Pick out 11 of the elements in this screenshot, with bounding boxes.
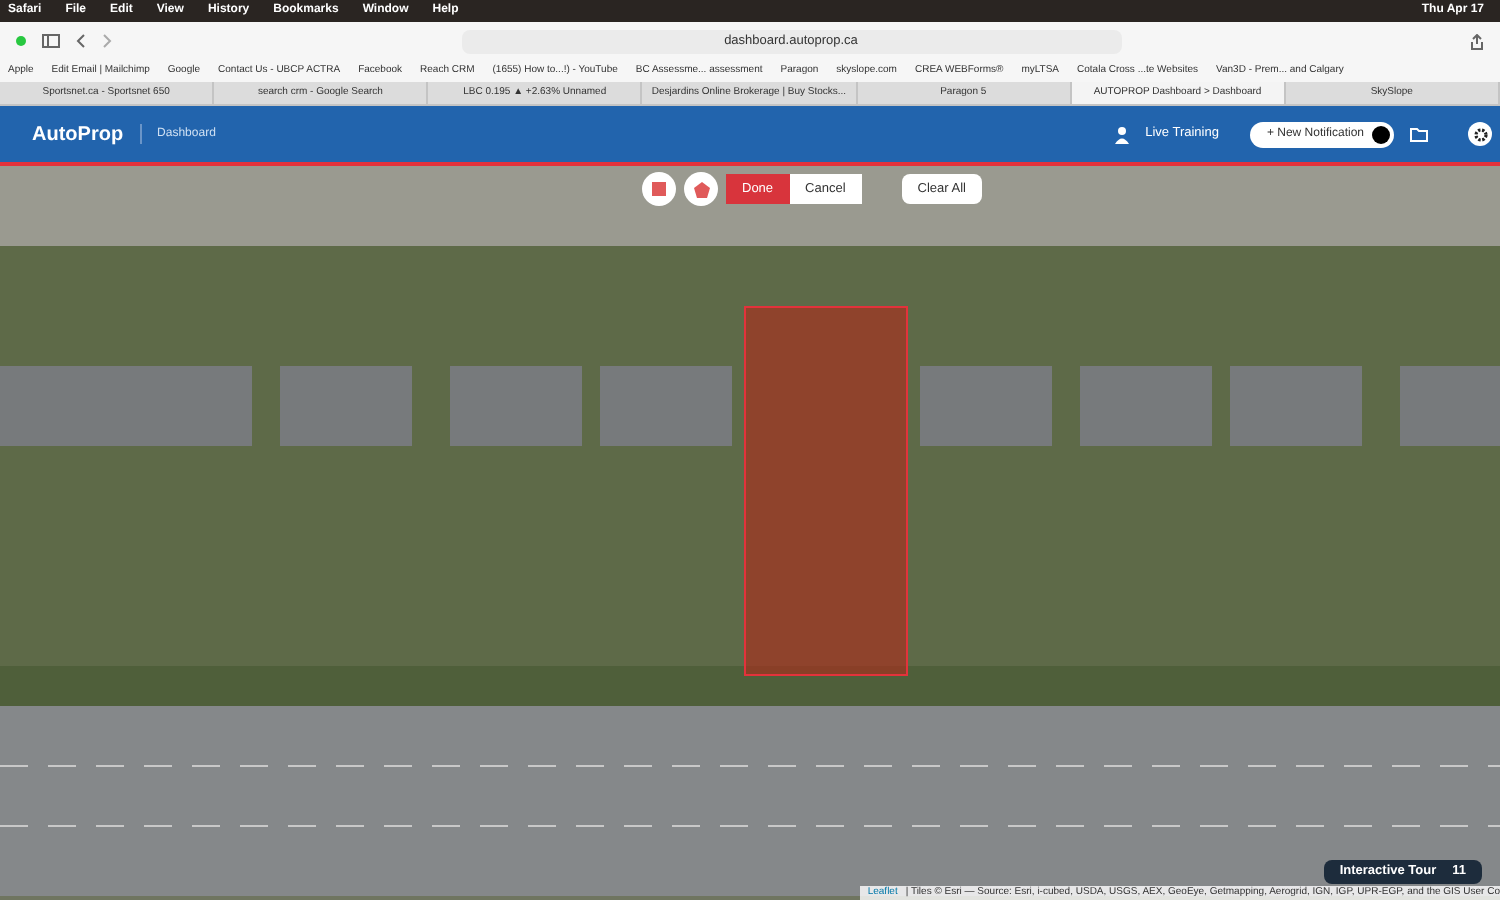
share-icon[interactable]	[1470, 33, 1484, 49]
person-icon	[1113, 125, 1130, 143]
settings-icon	[1473, 127, 1487, 141]
pentagon-icon	[693, 181, 709, 197]
window-control-icon	[16, 36, 26, 46]
settings-button[interactable]	[1468, 122, 1492, 146]
brand-logo: AutoProp	[32, 121, 124, 149]
sidebar-icon[interactable]	[42, 34, 60, 48]
square-icon	[652, 182, 666, 196]
back-icon[interactable]	[76, 34, 86, 48]
folder-icon[interactable]	[1410, 127, 1428, 141]
